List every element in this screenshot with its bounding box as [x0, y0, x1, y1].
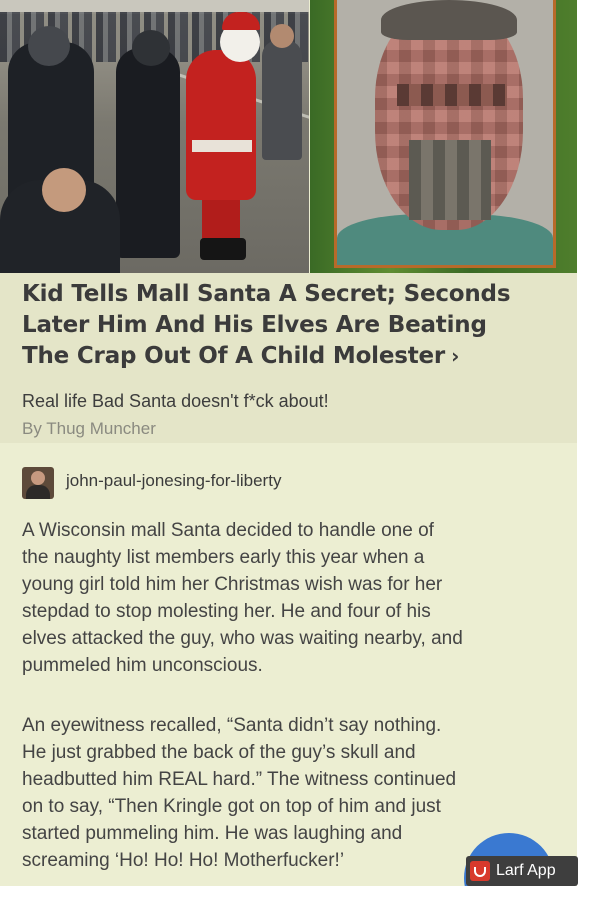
paragraph-line: A Wisconsin mall Santa decided to handle…: [22, 520, 434, 541]
police-helmet: [28, 26, 70, 66]
bystander: [262, 40, 302, 160]
headline-text: The Crap Out Of A Child Molester: [22, 343, 446, 369]
pixelated-beard: [409, 140, 491, 220]
headline-line: Kid Tells Mall Santa A Secret; Seconds: [22, 281, 511, 307]
officer-face: [42, 168, 86, 212]
paragraph-line: headbutted him REAL hard.” The witness c…: [22, 769, 457, 790]
article-subtitle: Real life Bad Santa doesn't f*ck about!: [22, 391, 329, 411]
paragraph-line: elves attacked the guy, who was waiting …: [22, 628, 463, 649]
avatar[interactable]: [22, 467, 54, 499]
article-link-card[interactable]: Kid Tells Mall Santa A Secret; Seconds L…: [0, 273, 577, 443]
chevron-right-icon[interactable]: ›: [451, 341, 459, 372]
username-link[interactable]: john-paul-jonesing-for-liberty: [66, 471, 281, 491]
paragraph-line: the naughty list members early this year…: [22, 547, 425, 568]
bystander-head: [270, 24, 294, 48]
larf-app-icon: [470, 861, 490, 881]
post-paragraph: A Wisconsin mall Santa decided to handle…: [22, 517, 562, 679]
mugshot-photo-panel: [310, 0, 577, 273]
paragraph-line: on to say, “Then Kringle got on top of h…: [22, 796, 441, 817]
police-officer: [116, 48, 180, 258]
article-byline: By Thug Muncher: [22, 419, 156, 438]
paragraph-line: An eyewitness recalled, “Santa didn’t sa…: [22, 715, 442, 736]
article-headline[interactable]: Kid Tells Mall Santa A Secret; Seconds L…: [22, 279, 562, 372]
headline-line: The Crap Out Of A Child Molester ›: [22, 341, 562, 372]
larf-app-watermark: Larf App: [466, 856, 578, 886]
police-helmet: [132, 30, 170, 66]
santa-figure: [186, 50, 256, 200]
paragraph-line: pummeled him unconscious.: [22, 655, 263, 676]
pixelated-mugshot-photo: [334, 0, 556, 268]
santa-with-police-photo: [0, 0, 309, 273]
post-card: Kid Tells Mall Santa A Secret; Seconds L…: [0, 0, 577, 886]
santa-belt: [192, 140, 252, 152]
headline-line: Later Him And His Elves Are Beating: [22, 312, 487, 338]
paragraph-line: young girl told him her Christmas wish w…: [22, 574, 443, 595]
pixelated-eyes: [397, 84, 507, 106]
mugshot-hair: [381, 0, 517, 40]
paragraph-line: He just grabbed the back of the guy’s sk…: [22, 742, 416, 763]
watermark-label: Larf App: [496, 862, 556, 879]
paragraph-line: stepdad to stop molesting her. He and fo…: [22, 601, 431, 622]
santa-boot: [200, 238, 246, 260]
